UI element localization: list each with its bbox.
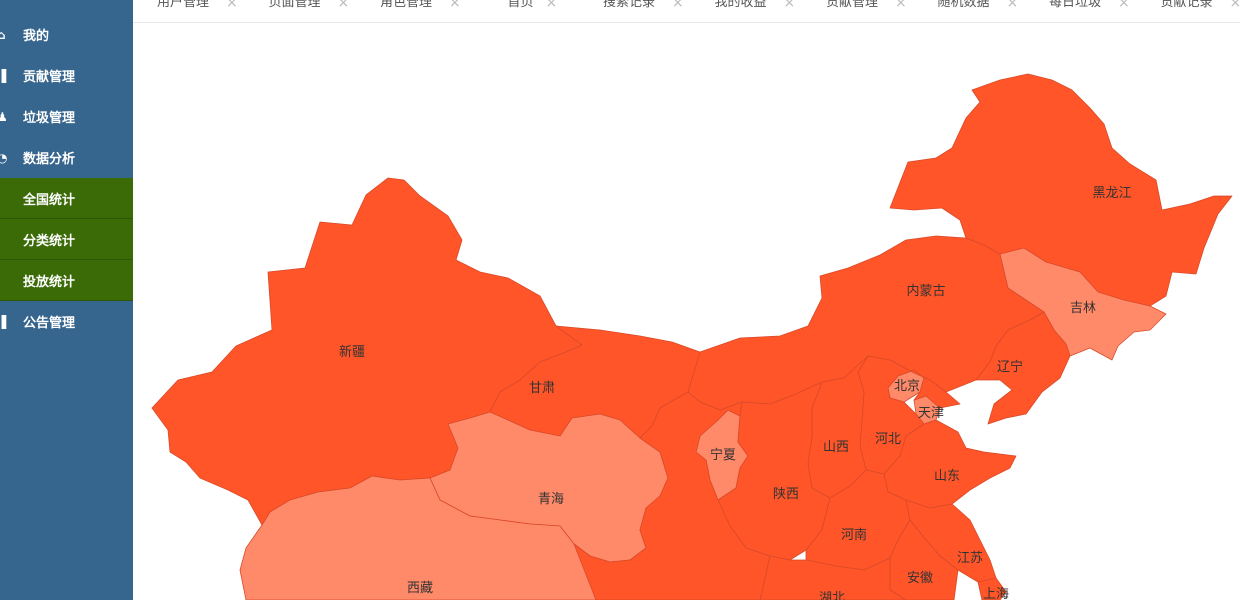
document-icon: ▐: [0, 68, 7, 83]
province-label-hebei: 河北: [875, 432, 901, 447]
sidebar-item-label: 垃圾管理: [23, 111, 76, 126]
sidebar-item-announcement-management[interactable]: ▐ 公告管理: [0, 301, 133, 342]
tab-home[interactable]: 首页 ×: [468, 0, 580, 22]
submenu-item-label: 分类统计: [23, 233, 76, 249]
close-icon[interactable]: ×: [895, 0, 907, 10]
sidebar-item-data-analysis[interactable]: ◔ 数据分析: [0, 137, 133, 178]
province-label-qinghai: 青海: [538, 492, 564, 507]
tab-label: 贡献管理: [826, 0, 879, 10]
province-label-shaanxi: 陕西: [773, 487, 799, 502]
submenu-item-delivery-stats[interactable]: 投放统计: [0, 260, 133, 301]
province-label-tibet: 西藏: [407, 581, 433, 596]
user-icon: ♟: [0, 109, 7, 124]
province-label-tianjin: 天津: [918, 406, 944, 421]
tab-random-data[interactable]: 随机数据 ×: [914, 0, 1026, 22]
tab-label: 每日垃圾: [1049, 0, 1102, 10]
map-panel: 新疆 甘肃 内蒙古 黑龙江 吉林 辽宁 北京 天津 河北 山西 宁夏 陕西 山东…: [133, 24, 1240, 600]
tab-daily-garbage[interactable]: 每日垃圾 ×: [1025, 0, 1137, 22]
tab-label: 用户管理: [157, 0, 210, 10]
china-map: 新疆 甘肃 内蒙古 黑龙江 吉林 辽宁 北京 天津 河北 山西 宁夏 陕西 山东…: [151, 73, 1233, 600]
province-label-shandong: 山东: [934, 469, 960, 484]
province-label-hubei: 湖北: [819, 591, 845, 600]
sidebar-item-label: 贡献管理: [23, 70, 76, 85]
close-icon[interactable]: ×: [226, 0, 238, 10]
chart-icon: ◔: [0, 150, 7, 165]
tab-bar: 用户管理 × 页面管理 × 角色管理 × 首页 × 搜索记录 × 我的收益 × …: [133, 0, 1240, 23]
close-icon[interactable]: ×: [546, 0, 558, 10]
tab-label: 搜索记录: [603, 0, 656, 10]
close-icon[interactable]: ×: [338, 0, 350, 10]
close-icon[interactable]: ×: [1007, 0, 1019, 10]
province-label-henan: 河南: [841, 527, 867, 543]
province-label-shanghai: 上海: [983, 587, 1009, 600]
province-label-heilongjiang: 黑龙江: [1092, 186, 1131, 201]
tab-user-management[interactable]: 用户管理 ×: [133, 0, 245, 22]
tab-contribution-records[interactable]: 贡献记录 ×: [1137, 0, 1240, 22]
province-label-liaoning: 辽宁: [997, 359, 1023, 375]
sidebar-item-label: 公告管理: [23, 316, 76, 331]
tab-label: 我的收益: [714, 0, 767, 10]
tab-contribution-management[interactable]: 贡献管理 ×: [802, 0, 914, 22]
submenu-item-label: 投放统计: [23, 274, 76, 290]
sidebar-top-spacer: [0, 0, 133, 14]
sidebar: ⌂ 我的 ▐ 贡献管理 ♟ 垃圾管理 ◔ 数据分析 全国统计 分类统计 投放统计…: [0, 0, 133, 600]
tab-search-records[interactable]: 搜索记录 ×: [579, 0, 691, 22]
submenu-item-category-stats[interactable]: 分类统计: [0, 219, 133, 260]
app-root: ⌂ 我的 ▐ 贡献管理 ♟ 垃圾管理 ◔ 数据分析 全国统计 分类统计 投放统计…: [0, 0, 1240, 600]
tab-label: 角色管理: [380, 0, 433, 10]
home-icon: ⌂: [0, 27, 6, 42]
tab-my-earnings[interactable]: 我的收益 ×: [691, 0, 803, 22]
sidebar-item-label: 我的: [23, 29, 50, 44]
province-label-jiangsu: 江苏: [957, 550, 983, 566]
sidebar-item-contribution-management[interactable]: ▐ 贡献管理: [0, 55, 133, 96]
close-icon[interactable]: ×: [449, 0, 461, 10]
tab-label: 随机数据: [937, 0, 990, 10]
close-icon[interactable]: ×: [1118, 0, 1130, 10]
close-icon[interactable]: ×: [784, 0, 796, 10]
close-icon[interactable]: ×: [672, 0, 684, 10]
province-label-jilin: 吉林: [1070, 301, 1096, 316]
province-label-ningxia: 宁夏: [710, 447, 736, 463]
province-label-xinjiang: 新疆: [339, 344, 365, 360]
submenu-item-label: 全国统计: [23, 192, 76, 208]
tab-role-management[interactable]: 角色管理 ×: [356, 0, 468, 22]
announcement-icon: ▐: [0, 314, 7, 329]
sidebar-item-garbage-management[interactable]: ♟ 垃圾管理: [0, 96, 133, 137]
tab-label: 页面管理: [268, 0, 321, 10]
tab-page-management[interactable]: 页面管理 ×: [245, 0, 357, 22]
province-label-shanxi: 山西: [823, 440, 849, 455]
province-label-gansu: 甘肃: [529, 381, 555, 396]
close-icon[interactable]: ×: [1230, 0, 1240, 10]
tab-label: 首页: [507, 0, 534, 10]
province-label-beijing: 北京: [894, 379, 920, 394]
sidebar-item-label: 数据分析: [23, 152, 76, 167]
submenu-item-national-stats[interactable]: 全国统计: [0, 178, 133, 219]
province-label-inner-mongolia: 内蒙古: [906, 283, 945, 299]
tab-label: 贡献记录: [1160, 0, 1213, 10]
sidebar-item-mine[interactable]: ⌂ 我的: [0, 14, 133, 55]
province-label-anhui: 安徽: [907, 571, 933, 586]
